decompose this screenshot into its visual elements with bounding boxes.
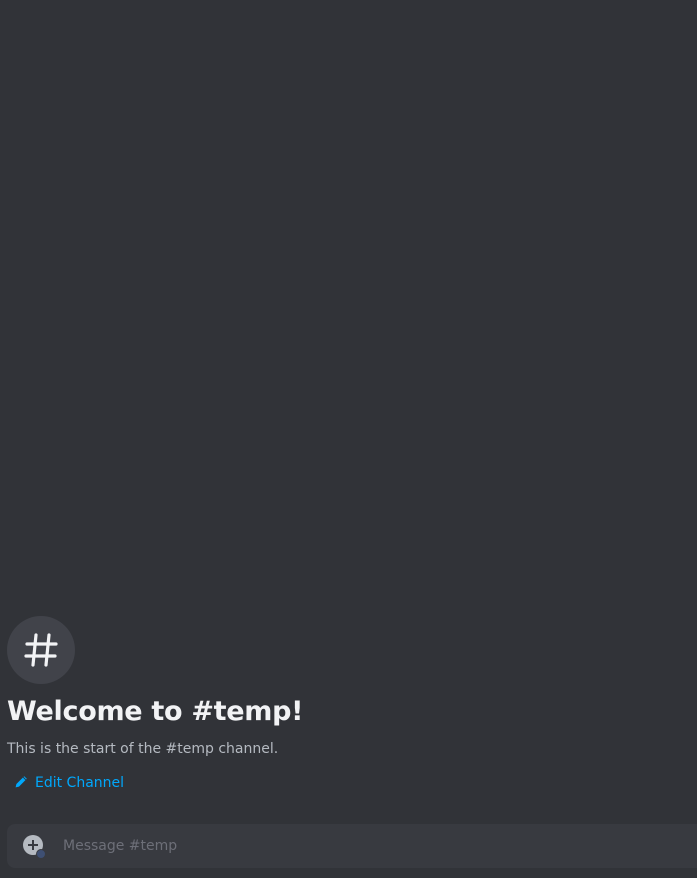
edit-channel-label: Edit Channel (35, 775, 125, 791)
plus-circle-icon[interactable] (23, 835, 46, 859)
hash-icon (22, 631, 60, 669)
chat-area: Welcome to #temp! This is the start of t… (0, 0, 697, 878)
pencil-icon (14, 774, 28, 793)
welcome-title: Welcome to #temp! (7, 696, 304, 727)
edit-channel-button[interactable]: Edit Channel (14, 773, 124, 793)
welcome-subtitle: This is the start of the #temp channel. (7, 741, 279, 757)
message-input[interactable] (63, 824, 683, 868)
channel-avatar (7, 616, 75, 684)
message-composer (7, 824, 697, 868)
